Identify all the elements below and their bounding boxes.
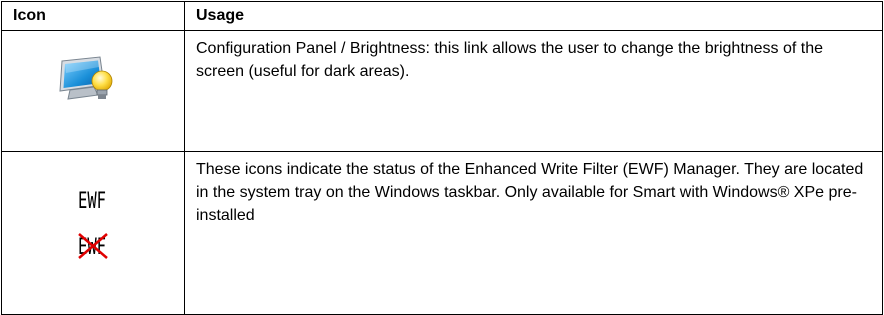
brightness-monitor-icon — [56, 55, 118, 110]
ewf-disabled-icon: EWF — [78, 232, 108, 265]
icon-cell — [1, 30, 185, 152]
table-header-row: Icon Usage — [1, 1, 883, 31]
table-row: Configuration Panel / Brightness: this l… — [1, 30, 883, 152]
ewf-label: EWF — [78, 189, 106, 212]
ewf-enabled-icon: EWF — [78, 188, 108, 217]
icon-usage-table: Icon Usage Configuration Panel / Brightn… — [1, 1, 883, 315]
header-usage: Usage — [184, 1, 883, 31]
usage-text: These icons indicate the status of the E… — [184, 151, 883, 315]
icon-cell: EWF EWF — [1, 151, 185, 315]
header-icon: Icon — [1, 1, 185, 31]
usage-text: Configuration Panel / Brightness: this l… — [184, 30, 883, 152]
table-row: EWF EWF These icons indicate the status … — [1, 151, 883, 315]
